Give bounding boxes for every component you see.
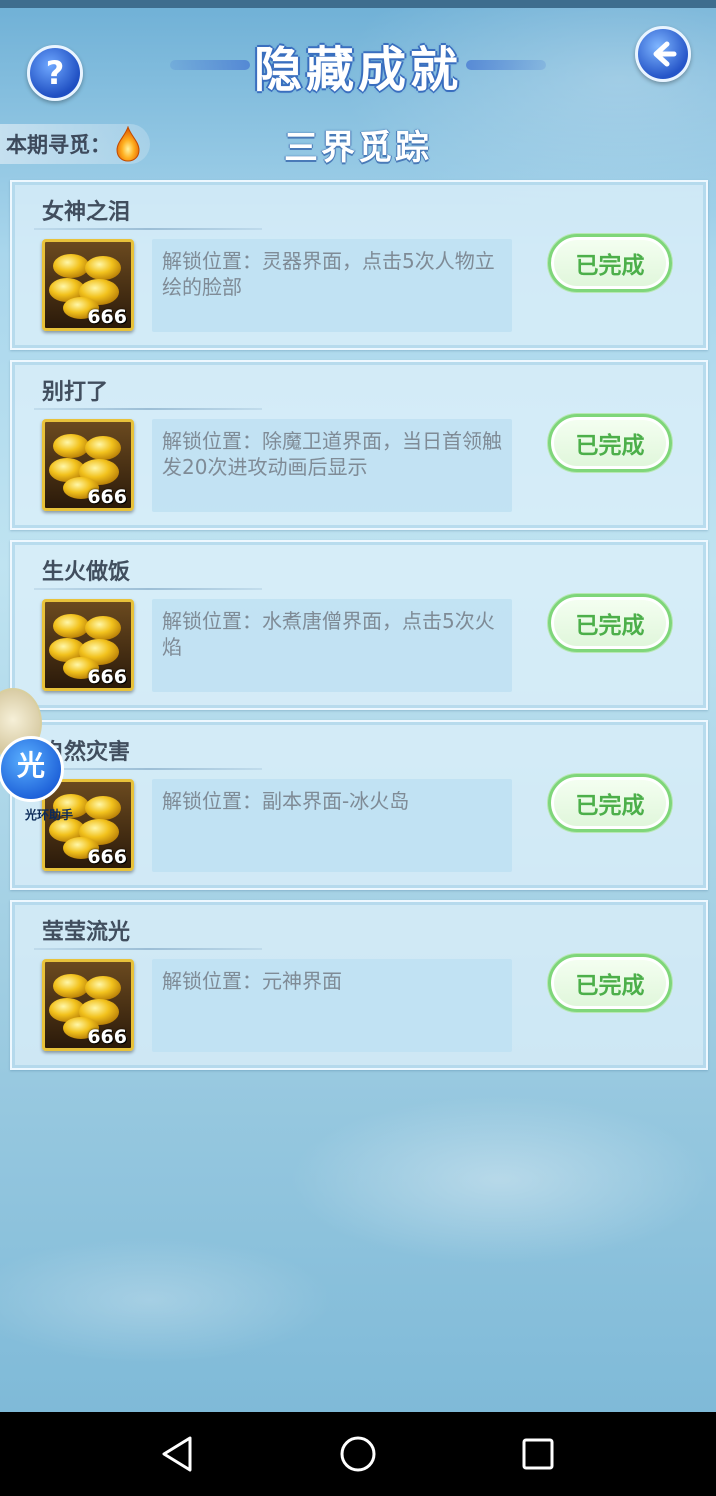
achievement-card: 女神之泪 666 解锁位置：灵器界面，点击5次人物立绘的脸部 已完成 [10,180,708,350]
divider [34,228,262,230]
help-button[interactable]: ? [27,45,83,101]
completed-button[interactable]: 已完成 [548,774,672,832]
unlock-description: 解锁位置：除魔卫道界面，当日首领触发20次进攻动画后显示 [152,419,512,512]
achievement-card: 别打了 666 解锁位置：除魔卫道界面，当日首领触发20次进攻动画后显示 已完成 [10,360,708,530]
floating-helper[interactable]: 光 [0,688,64,802]
back-button[interactable] [635,26,691,82]
reward-item[interactable]: 666 [42,779,134,871]
back-arrow-icon [653,41,677,67]
completed-button[interactable]: 已完成 [548,954,672,1012]
title-cloud-right [466,60,546,70]
reward-count: 666 [87,306,127,328]
achievement-name: 别打了 [42,380,109,405]
system-nav-bar [0,1412,716,1496]
achievement-list: 女神之泪 666 解锁位置：灵器界面，点击5次人物立绘的脸部 已完成 别打了 6… [10,180,708,1080]
square-recents-icon[interactable] [518,1434,558,1474]
circle-home-icon[interactable] [338,1434,378,1474]
completed-button[interactable]: 已完成 [548,234,672,292]
unlock-description: 解锁位置：水煮唐僧界面，点击5次火焰 [152,599,512,692]
achievement-name: 莹莹流光 [42,920,131,945]
reward-item[interactable]: 666 [42,419,134,511]
reward-item[interactable]: 666 [42,599,134,691]
unlock-description: 解锁位置：灵器界面，点击5次人物立绘的脸部 [152,239,512,332]
completed-button[interactable]: 已完成 [548,414,672,472]
triangle-back-icon[interactable] [158,1434,198,1474]
completed-button[interactable]: 已完成 [548,594,672,652]
achievement-name: 女神之泪 [42,200,131,225]
reward-count: 666 [87,666,127,688]
achievement-card: 自然灾害 666 解锁位置：副本界面-冰火岛 已完成 [10,720,708,890]
divider [34,408,262,410]
divider [34,948,262,950]
unlock-description: 解锁位置：副本界面-冰火岛 [152,779,512,872]
reward-item[interactable]: 666 [42,959,134,1051]
unlock-description: 解锁位置：元神界面 [152,959,512,1052]
title-banner: 隐藏成就 [170,30,546,100]
question-icon: ? [45,54,65,92]
page-title: 隐藏成就 [253,42,462,98]
achievement-card: 生火做饭 666 解锁位置：水煮唐僧界面，点击5次火焰 已完成 [10,540,708,710]
reward-item[interactable]: 666 [42,239,134,331]
reward-count: 666 [87,486,127,508]
reward-count: 666 [87,846,127,868]
status-bar [0,0,716,8]
section-subtitle: 三界觅踪 [284,128,432,168]
divider [34,768,262,770]
achievement-name: 生火做饭 [42,560,131,585]
game-screen: ? 隐藏成就 本期寻觅： 三界觅踪 女神之泪 666 解锁位置：灵器界面，点击5… [0,0,716,1412]
helper-badge[interactable]: 光 [0,736,64,802]
helper-glyph: 光 [16,749,45,782]
helper-label: 光环助手 [24,808,73,822]
title-cloud-left [170,60,250,70]
divider [34,588,262,590]
reward-count: 666 [87,1026,127,1048]
achievement-card: 莹莹流光 666 解锁位置：元神界面 已完成 [10,900,708,1070]
